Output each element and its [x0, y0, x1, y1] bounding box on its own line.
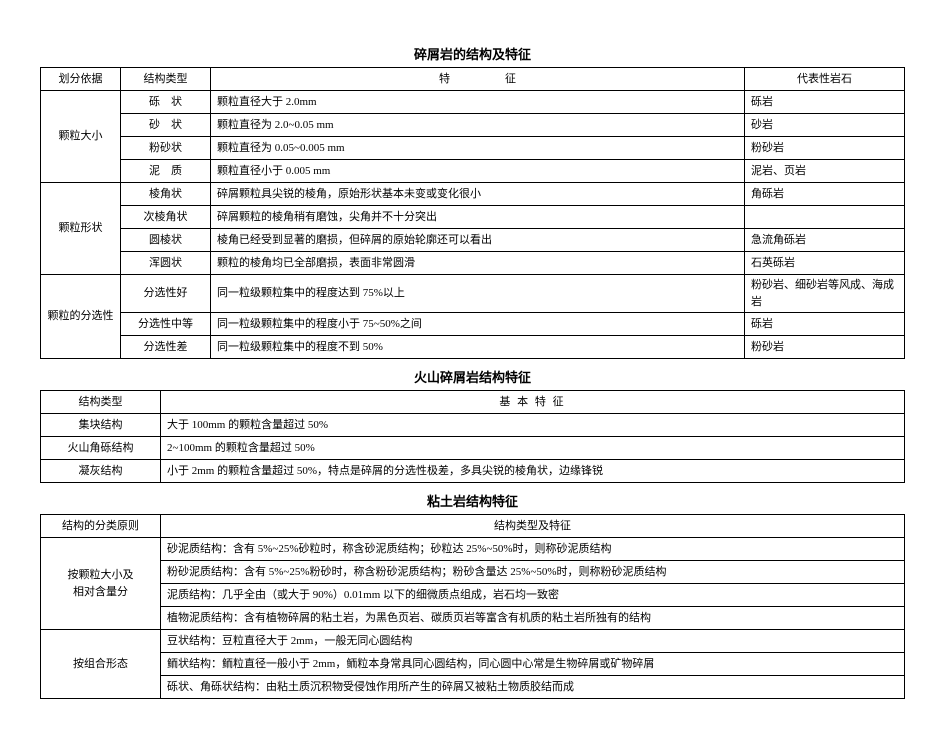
feature-cell: 碎屑颗粒具尖锐的棱角，原始形状基本未变或变化很小	[211, 183, 745, 206]
table1: 划分依据 结构类型 特 征 代表性岩石 颗粒大小 砾 状 颗粒直径大于 2.0m…	[40, 67, 905, 359]
type-cell: 泥 质	[121, 160, 211, 183]
rep-cell: 泥岩、页岩	[745, 160, 905, 183]
table-row: 粉砂泥质结构：含有 5%~25%粉砂时，称含粉砂泥质结构；粉砂含量达 25%~5…	[41, 561, 905, 584]
table-row: 植物泥质结构：含有植物碎屑的粘土岩，为黑色页岩、碳质页岩等富含有机质的粘土岩所独…	[41, 607, 905, 630]
feature-cell: 颗粒直径为 2.0~0.05 mm	[211, 114, 745, 137]
table-row: 泥质结构：几乎全由（或大于 90%）0.01mm 以下的细微质点组成，岩石均一致…	[41, 584, 905, 607]
type-cell: 集块结构	[41, 414, 161, 437]
table3-header-row: 结构的分类原则 结构类型及特征	[41, 515, 905, 538]
table-row: 砾状、角砾状结构：由粘土质沉积物受侵蚀作用所产生的碎屑又被粘土物质胶结而成	[41, 676, 905, 699]
basis-cell: 按组合形态	[41, 630, 161, 699]
table1-header-basis: 划分依据	[41, 68, 121, 91]
feature-cell: 同一粒级颗粒集中的程度小于 75~50%之间	[211, 313, 745, 336]
type-cell: 分选性中等	[121, 313, 211, 336]
feature-cell: 砾状、角砾状结构：由粘土质沉积物受侵蚀作用所产生的碎屑又被粘土物质胶结而成	[161, 676, 905, 699]
feature-cell: 同一粒级颗粒集中的程度达到 75%以上	[211, 275, 745, 313]
feature-cell: 颗粒直径为 0.05~0.005 mm	[211, 137, 745, 160]
table1-header-rep: 代表性岩石	[745, 68, 905, 91]
rep-cell: 砾岩	[745, 91, 905, 114]
table3-title: 粘土岩结构特征	[40, 491, 905, 510]
table-row: 颗粒形状 棱角状 碎屑颗粒具尖锐的棱角，原始形状基本未变或变化很小 角砾岩	[41, 183, 905, 206]
table-row: 颗粒大小 砾 状 颗粒直径大于 2.0mm 砾岩	[41, 91, 905, 114]
table-row: 泥 质 颗粒直径小于 0.005 mm 泥岩、页岩	[41, 160, 905, 183]
rep-cell: 粉砂岩	[745, 137, 905, 160]
rep-cell: 粉砂岩、细砂岩等风成、海成岩	[745, 275, 905, 313]
table-row: 粉砂状 颗粒直径为 0.05~0.005 mm 粉砂岩	[41, 137, 905, 160]
feature-cell: 砂泥质结构：含有 5%~25%砂粒时，称含砂泥质结构；砂粒达 25%~50%时，…	[161, 538, 905, 561]
table2-header-feature: 基 本 特 征	[161, 391, 905, 414]
type-cell: 砂 状	[121, 114, 211, 137]
table-row: 颗粒的分选性 分选性好 同一粒级颗粒集中的程度达到 75%以上 粉砂岩、细砂岩等…	[41, 275, 905, 313]
feature-cell: 棱角已经受到显著的磨损，但碎屑的原始轮廓还可以看出	[211, 229, 745, 252]
rep-cell: 石英砾岩	[745, 252, 905, 275]
table-row: 鲕状结构：鲕粒直径一般小于 2mm，鲕粒本身常具同心圆结构，同心圆中心常是生物碎…	[41, 653, 905, 676]
table-row: 砂 状 颗粒直径为 2.0~0.05 mm 砂岩	[41, 114, 905, 137]
type-cell: 分选性好	[121, 275, 211, 313]
feature-cell: 同一粒级颗粒集中的程度不到 50%	[211, 336, 745, 359]
rep-cell: 粉砂岩	[745, 336, 905, 359]
table-row: 浑圆状 颗粒的棱角均已全部磨损，表面非常圆滑 石英砾岩	[41, 252, 905, 275]
feature-cell: 2~100mm 的颗粒含量超过 50%	[161, 437, 905, 460]
feature-cell: 颗粒的棱角均已全部磨损，表面非常圆滑	[211, 252, 745, 275]
table3-header-basis: 结构的分类原则	[41, 515, 161, 538]
type-cell: 砾 状	[121, 91, 211, 114]
basis-cell: 颗粒的分选性	[41, 275, 121, 359]
rep-cell: 急流角砾岩	[745, 229, 905, 252]
table-row: 次棱角状 碎屑颗粒的棱角稍有磨蚀，尖角并不十分突出	[41, 206, 905, 229]
type-cell: 浑圆状	[121, 252, 211, 275]
rep-cell: 角砾岩	[745, 183, 905, 206]
rep-cell: 砾岩	[745, 313, 905, 336]
table2-title: 火山碎屑岩结构特征	[40, 367, 905, 386]
basis-cell: 颗粒大小	[41, 91, 121, 183]
table3-header-feature: 结构类型及特征	[161, 515, 905, 538]
feature-cell: 大于 100mm 的颗粒含量超过 50%	[161, 414, 905, 437]
type-cell: 圆棱状	[121, 229, 211, 252]
type-cell: 粉砂状	[121, 137, 211, 160]
table-row: 凝灰结构 小于 2mm 的颗粒含量超过 50%，特点是碎屑的分选性极差，多具尖锐…	[41, 460, 905, 483]
table-row: 按颗粒大小及 相对含量分 砂泥质结构：含有 5%~25%砂粒时，称含砂泥质结构；…	[41, 538, 905, 561]
table-row: 火山角砾结构 2~100mm 的颗粒含量超过 50%	[41, 437, 905, 460]
feature-cell: 植物泥质结构：含有植物碎屑的粘土岩，为黑色页岩、碳质页岩等富含有机质的粘土岩所独…	[161, 607, 905, 630]
table2-header-type: 结构类型	[41, 391, 161, 414]
type-cell: 次棱角状	[121, 206, 211, 229]
basis-cell: 按颗粒大小及 相对含量分	[41, 538, 161, 630]
table2: 结构类型 基 本 特 征 集块结构 大于 100mm 的颗粒含量超过 50% 火…	[40, 390, 905, 483]
table-row: 按组合形态 豆状结构：豆粒直径大于 2mm，一般无同心圆结构	[41, 630, 905, 653]
table-row: 分选性差 同一粒级颗粒集中的程度不到 50% 粉砂岩	[41, 336, 905, 359]
feature-cell: 颗粒直径小于 0.005 mm	[211, 160, 745, 183]
type-cell: 棱角状	[121, 183, 211, 206]
table3: 结构的分类原则 结构类型及特征 按颗粒大小及 相对含量分 砂泥质结构：含有 5%…	[40, 514, 905, 699]
type-cell: 分选性差	[121, 336, 211, 359]
feature-cell: 泥质结构：几乎全由（或大于 90%）0.01mm 以下的细微质点组成，岩石均一致…	[161, 584, 905, 607]
feature-cell: 小于 2mm 的颗粒含量超过 50%，特点是碎屑的分选性极差，多具尖锐的棱角状，…	[161, 460, 905, 483]
rep-cell: 砂岩	[745, 114, 905, 137]
type-cell: 火山角砾结构	[41, 437, 161, 460]
feature-cell: 颗粒直径大于 2.0mm	[211, 91, 745, 114]
type-cell: 凝灰结构	[41, 460, 161, 483]
table1-header-type: 结构类型	[121, 68, 211, 91]
table-row: 集块结构 大于 100mm 的颗粒含量超过 50%	[41, 414, 905, 437]
table-row: 圆棱状 棱角已经受到显著的磨损，但碎屑的原始轮廓还可以看出 急流角砾岩	[41, 229, 905, 252]
basis-cell: 颗粒形状	[41, 183, 121, 275]
rep-cell	[745, 206, 905, 229]
table1-header-row: 划分依据 结构类型 特 征 代表性岩石	[41, 68, 905, 91]
feature-cell: 粉砂泥质结构：含有 5%~25%粉砂时，称含粉砂泥质结构；粉砂含量达 25%~5…	[161, 561, 905, 584]
feature-cell: 豆状结构：豆粒直径大于 2mm，一般无同心圆结构	[161, 630, 905, 653]
feature-cell: 鲕状结构：鲕粒直径一般小于 2mm，鲕粒本身常具同心圆结构，同心圆中心常是生物碎…	[161, 653, 905, 676]
table-row: 分选性中等 同一粒级颗粒集中的程度小于 75~50%之间 砾岩	[41, 313, 905, 336]
table1-title: 碎屑岩的结构及特征	[40, 44, 905, 63]
table1-header-feature: 特 征	[211, 68, 745, 91]
feature-cell: 碎屑颗粒的棱角稍有磨蚀，尖角并不十分突出	[211, 206, 745, 229]
table2-header-row: 结构类型 基 本 特 征	[41, 391, 905, 414]
